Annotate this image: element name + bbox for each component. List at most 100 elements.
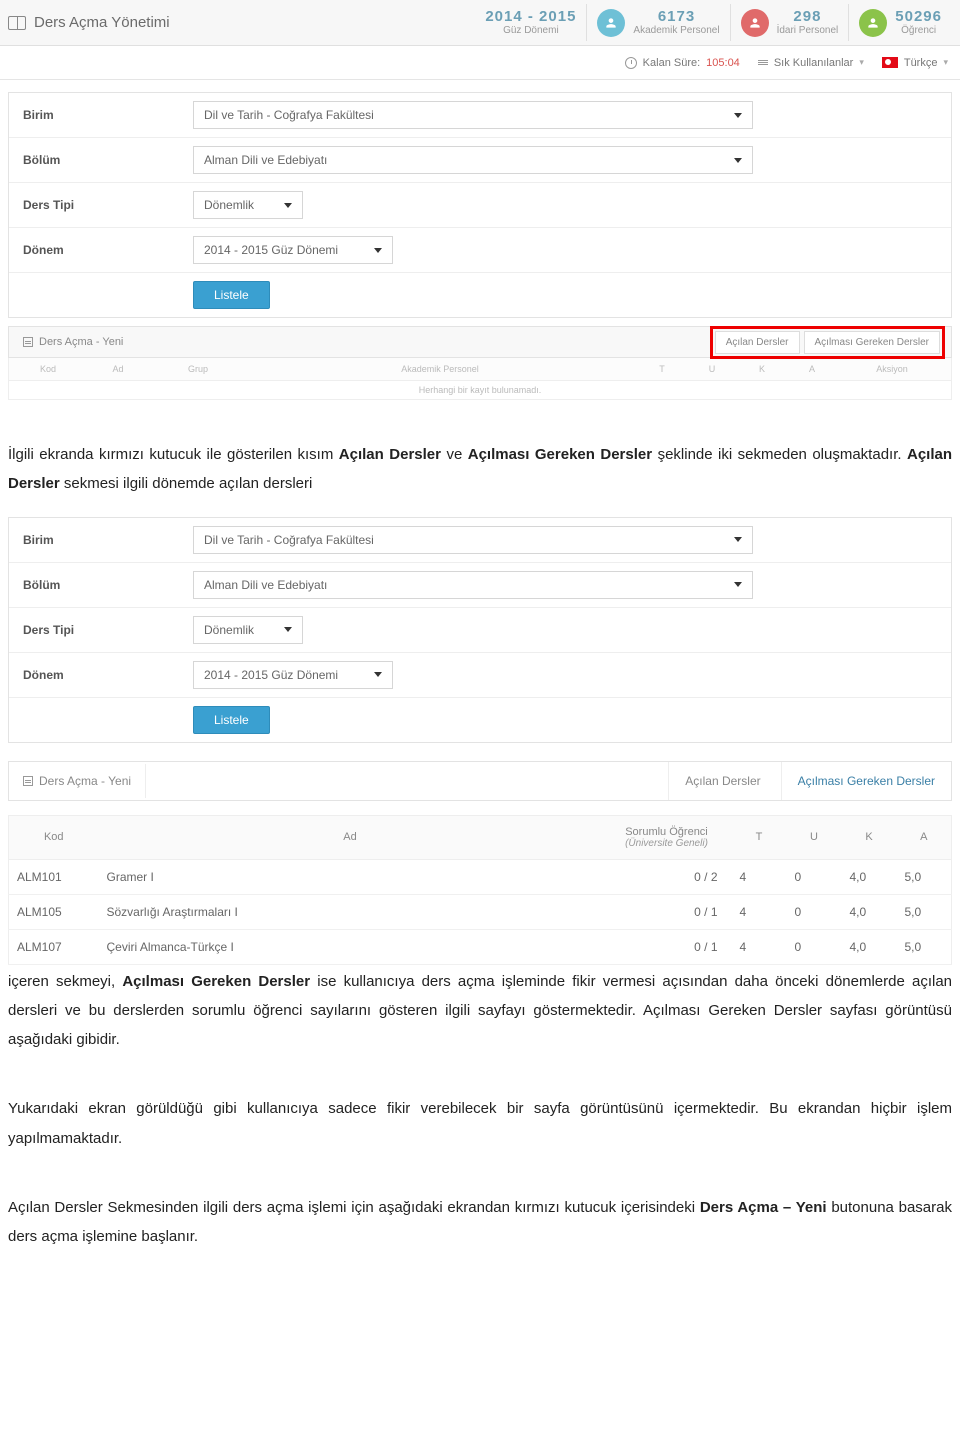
stat-academic-num: 6173	[633, 9, 719, 26]
timer-label: Kalan Süre:	[643, 57, 700, 69]
caret-icon	[734, 582, 742, 587]
paragraph-2: içeren sekmeyi, Açılması Gereken Dersler…	[8, 967, 952, 1055]
select-birim-2[interactable]: Dil ve Tarih - Coğrafya Fakültesi	[193, 526, 753, 554]
book-icon	[8, 16, 26, 30]
tab-acilmasi-gereken-dersler-2[interactable]: Açılması Gereken Dersler	[781, 762, 951, 800]
select-birim[interactable]: Dil ve Tarih - Coğrafya Fakültesi	[193, 101, 753, 129]
list-icon	[758, 60, 768, 65]
table-header-row: Kod Ad Sorumlu Öğrenci (Üniversite Genel…	[9, 815, 952, 859]
caret-icon	[734, 113, 742, 118]
cell-sorumlu: 0 / 1	[602, 929, 732, 964]
edit-icon	[23, 337, 33, 347]
col-u: U	[787, 815, 842, 859]
col-ap: Akademik Personel	[243, 364, 637, 374]
cell-t: 4	[732, 859, 787, 894]
cell-ad: Çeviri Almanca-Türkçe I	[99, 929, 602, 964]
chevron-down-icon: ▾	[859, 57, 864, 68]
cell-k: 4,0	[842, 859, 897, 894]
paragraph-4: Açılan Dersler Sekmesinden ilgili ders a…	[8, 1193, 952, 1252]
cell-a: 5,0	[897, 929, 952, 964]
tab-acilan-dersler[interactable]: Açılan Dersler	[715, 331, 800, 354]
table-row: ALM101Gramer I0 / 2404,05,0	[9, 859, 952, 894]
col-a: A	[897, 815, 952, 859]
tab-acilan-dersler-2[interactable]: Açılan Dersler	[668, 762, 776, 800]
language-menu[interactable]: Türkçe ▾	[882, 57, 948, 69]
select-ders-tipi-value: Dönemlik	[204, 198, 254, 212]
select-ders-tipi[interactable]: Dönemlik	[193, 191, 303, 219]
stat-term: 2014 - 2015 Güz Dönemi	[475, 4, 586, 41]
user-icon	[859, 9, 887, 37]
cell-ad: Sözvarlığı Araştırmaları I	[99, 894, 602, 929]
col-a: A	[787, 364, 837, 374]
favorites-menu[interactable]: Sık Kullanılanlar ▾	[758, 57, 864, 69]
col-t: T	[637, 364, 687, 374]
flag-tr-icon	[882, 57, 898, 68]
page-title: Ders Açma Yönetimi	[34, 14, 170, 31]
paragraph-1: İlgili ekranda kırmızı kutucuk ile göste…	[8, 440, 952, 499]
cell-u: 0	[787, 859, 842, 894]
ders-acma-yeni-button[interactable]: Ders Açma - Yeni	[15, 333, 131, 351]
top-header: Ders Açma Yönetimi 2014 - 2015 Güz Dönem…	[0, 0, 960, 46]
select-bolum-2[interactable]: Alman Dili ve Edebiyatı	[193, 571, 753, 599]
cell-t: 4	[732, 894, 787, 929]
stat-admin: 298 İdari Personel	[730, 4, 849, 41]
label-donem-2: Dönem	[23, 668, 193, 682]
col-aksiyon: Aksiyon	[837, 364, 947, 374]
user-icon	[741, 9, 769, 37]
edit-icon	[23, 776, 33, 786]
label-bolum: Bölüm	[23, 153, 193, 167]
ders-acma-yeni-button-2[interactable]: Ders Açma - Yeni	[9, 764, 146, 798]
label-donem: Dönem	[23, 243, 193, 257]
select-birim-value: Dil ve Tarih - Coğrafya Fakültesi	[204, 108, 374, 122]
label-birim: Birim	[23, 108, 193, 122]
label-bolum-2: Bölüm	[23, 578, 193, 592]
cell-t: 4	[732, 929, 787, 964]
stat-academic-label: Akademik Personel	[633, 25, 719, 36]
select-donem[interactable]: 2014 - 2015 Güz Dönemi	[193, 236, 393, 264]
timer-value: 105:04	[706, 57, 740, 69]
caret-icon	[374, 672, 382, 677]
highlighted-tabs: Açılan Dersler Açılması Gereken Dersler	[710, 326, 945, 359]
listele-button-2[interactable]: Listele	[193, 706, 270, 734]
cell-kod: ALM101	[9, 859, 99, 894]
filter-panel-2: Birim Dil ve Tarih - Coğrafya Fakültesi …	[8, 517, 952, 743]
stat-student: 50296 Öğrenci	[848, 4, 952, 41]
cell-ad: Gramer I	[99, 859, 602, 894]
ders-acma-yeni-label: Ders Açma - Yeni	[39, 336, 123, 348]
cell-sorumlu: 0 / 1	[602, 894, 732, 929]
util-bar: Kalan Süre: 105:04 Sık Kullanılanlar ▾ T…	[0, 46, 960, 80]
language-label: Türkçe	[904, 57, 938, 69]
col-kod: Kod	[13, 364, 83, 374]
caret-icon	[284, 203, 292, 208]
paragraph-3: Yukarıdaki ekran görüldüğü gibi kullanıc…	[8, 1094, 952, 1153]
stat-admin-label: İdari Personel	[777, 25, 839, 36]
caret-icon	[734, 158, 742, 163]
cell-a: 5,0	[897, 859, 952, 894]
cell-u: 0	[787, 894, 842, 929]
favorites-label: Sık Kullanılanlar	[774, 57, 854, 69]
stat-admin-num: 298	[777, 9, 839, 26]
tab-acilmasi-gereken-dersler[interactable]: Açılması Gereken Dersler	[804, 331, 940, 354]
cell-a: 5,0	[897, 894, 952, 929]
table-header-faint: Kod Ad Grup Akademik Personel T U K A Ak…	[8, 358, 952, 381]
chevron-down-icon: ▾	[943, 57, 948, 68]
select-bolum[interactable]: Alman Dili ve Edebiyatı	[193, 146, 753, 174]
stat-student-num: 50296	[895, 9, 942, 26]
listele-button[interactable]: Listele	[193, 281, 270, 309]
session-timer: Kalan Süre: 105:04	[625, 57, 740, 69]
courses-table: Kod Ad Sorumlu Öğrenci (Üniversite Genel…	[8, 815, 952, 965]
select-ders-tipi-2[interactable]: Dönemlik	[193, 616, 303, 644]
select-donem-2[interactable]: 2014 - 2015 Güz Dönemi	[193, 661, 393, 689]
cell-kod: ALM105	[9, 894, 99, 929]
col-ad: Ad	[99, 815, 602, 859]
label-ders-tipi-2: Ders Tipi	[23, 623, 193, 637]
col-k: K	[842, 815, 897, 859]
col-k: K	[737, 364, 787, 374]
caret-icon	[284, 627, 292, 632]
col-grup: Grup	[153, 364, 243, 374]
cell-u: 0	[787, 929, 842, 964]
tab-strip-2: Ders Açma - Yeni Açılan Dersler Açılması…	[8, 761, 952, 801]
cell-k: 4,0	[842, 894, 897, 929]
caret-icon	[374, 248, 382, 253]
col-ad: Ad	[83, 364, 153, 374]
